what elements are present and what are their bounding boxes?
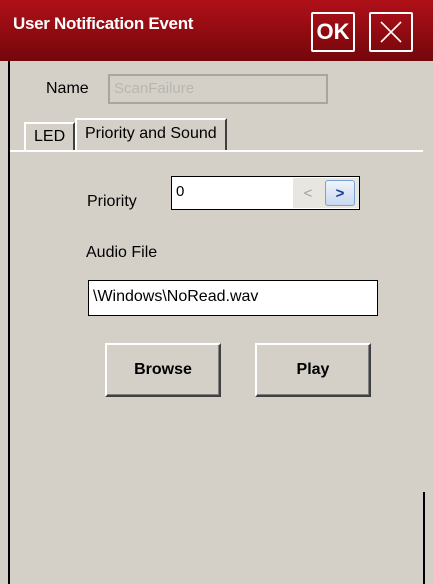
priority-field[interactable]: 0 < >: [171, 176, 360, 210]
tab-led[interactable]: LED: [24, 122, 76, 152]
audio-file-field[interactable]: \Windows\NoRead.wav: [88, 280, 378, 316]
chevron-right-icon[interactable]: >: [325, 180, 355, 206]
audio-file-label: Audio File: [86, 244, 158, 261]
window-border-left: [8, 61, 10, 584]
priority-value: 0: [176, 183, 185, 200]
priority-spinner: < >: [293, 178, 359, 208]
title-bar: User Notification Event OK: [0, 0, 433, 62]
window-title: User Notification Event: [13, 14, 194, 33]
browse-button[interactable]: Browse: [105, 343, 221, 397]
close-button[interactable]: [369, 12, 413, 52]
tab-priority-and-sound[interactable]: Priority and Sound: [75, 118, 227, 150]
priority-label: Priority: [87, 193, 137, 210]
tab-panel-edge: [10, 150, 423, 152]
name-field: ScanFailure: [108, 74, 328, 104]
ok-button[interactable]: OK: [311, 12, 355, 52]
play-button[interactable]: Play: [255, 343, 371, 397]
name-label: Name: [46, 80, 89, 97]
chevron-left-icon[interactable]: <: [293, 178, 323, 208]
window-border-right: [423, 492, 425, 584]
close-icon: [380, 21, 402, 43]
